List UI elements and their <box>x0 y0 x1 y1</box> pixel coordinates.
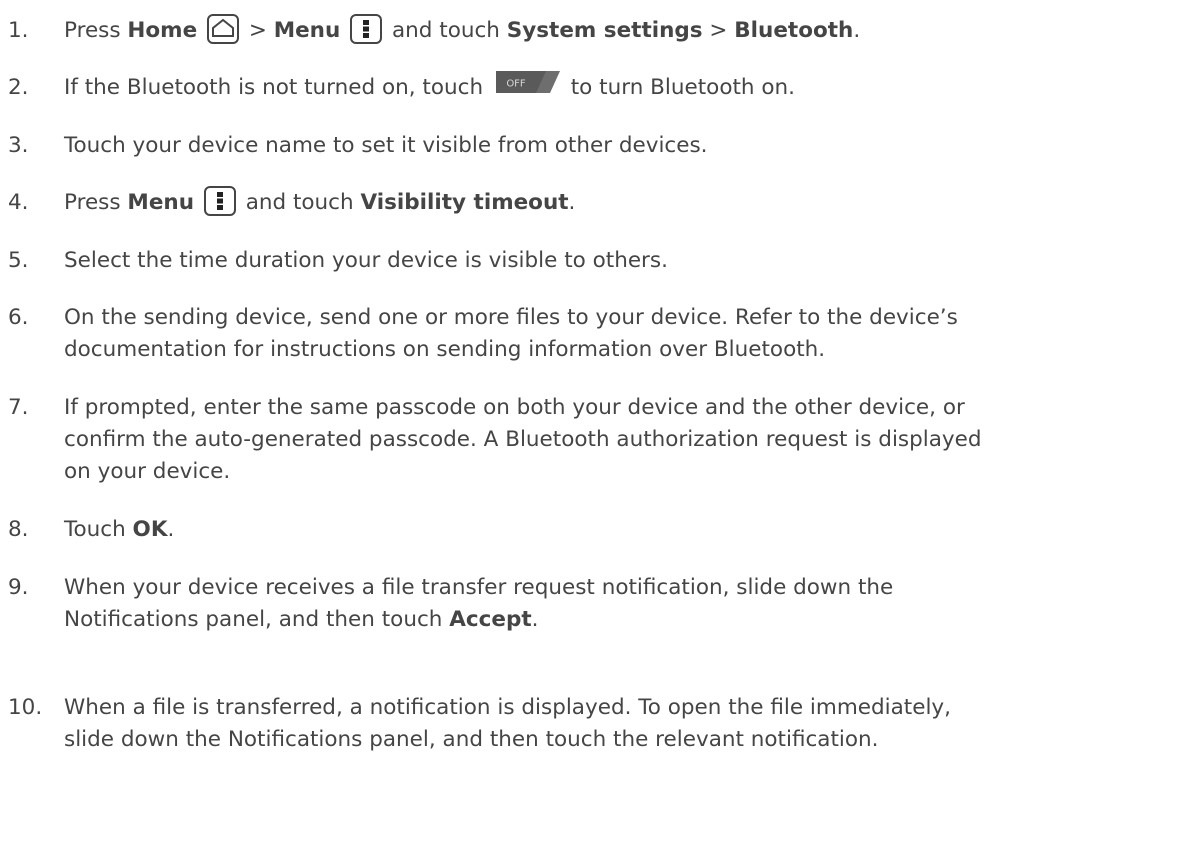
text-run: . <box>568 190 576 215</box>
step-line: Press Menu and touch Visibility timeout. <box>64 186 1192 219</box>
step-number: 9. <box>8 575 29 600</box>
step-text: When a file is transferred, a notificati… <box>64 692 1192 756</box>
text-run: If prompted, enter the same passcode on … <box>64 395 965 420</box>
text-run: and touch <box>385 18 507 43</box>
text-run: Touch your device name to set it visible… <box>64 133 708 158</box>
text-run: on your device. <box>64 459 231 484</box>
ui-term: System settings <box>506 18 703 43</box>
text-run: Press <box>64 190 128 215</box>
step-line: Touch your device name to set it visible… <box>64 130 1192 162</box>
step-text: When your device receives a file transfe… <box>64 572 1192 636</box>
step-number: 6. <box>8 305 29 330</box>
text-run: . <box>853 18 861 43</box>
step-line: When your device receives a file transfe… <box>64 572 1192 604</box>
step-number: 4. <box>8 190 29 215</box>
ui-term: OK <box>132 517 168 542</box>
step-number: 2. <box>8 75 29 100</box>
step-number: 10. <box>8 695 43 720</box>
step-text: Select the time duration your device is … <box>64 245 1192 277</box>
text-run: When a file is transferred, a notificati… <box>64 695 951 720</box>
step-line: documentation for instructions on sendin… <box>64 334 1192 366</box>
text-run: Touch <box>64 517 133 542</box>
step-text: If the Bluetooth is not turned on, touch… <box>64 70 1192 104</box>
step-text: Press Menu and touch Visibility timeout. <box>64 186 1192 219</box>
text-run: and touch <box>238 190 361 215</box>
step-line: Select the time duration your device is … <box>64 245 1192 277</box>
step-text: Press Home > Menu and touch System setti… <box>64 14 1192 47</box>
step-line: On the sending device, send one or more … <box>64 302 1192 334</box>
ui-term: Bluetooth <box>734 18 854 43</box>
step-text: If prompted, enter the same passcode on … <box>64 392 1192 488</box>
step-text: Touch your device name to set it visible… <box>64 130 1192 162</box>
text-run: confirm the auto-generated passcode. A B… <box>64 427 982 452</box>
text-run: slide down the Notifications panel, and … <box>64 727 879 752</box>
ui-term: Home <box>127 18 198 43</box>
ui-term: Menu <box>273 18 341 43</box>
ui-term: Menu <box>127 190 195 215</box>
step-line: on your device. <box>64 456 1192 488</box>
step-number: 1. <box>8 18 29 43</box>
text-run: . <box>531 607 539 632</box>
text-run: > <box>242 18 274 43</box>
step-number: 5. <box>8 248 29 273</box>
step-line: When a file is transferred, a notificati… <box>64 692 1192 724</box>
bluetooth-off-toggle-icon: OFF <box>495 70 560 103</box>
step-number: 7. <box>8 395 29 420</box>
text-run: to turn Bluetooth on. <box>563 75 795 100</box>
text-run: Notifications panel, and then touch <box>64 607 450 632</box>
step-text: Touch OK. <box>64 514 1192 546</box>
toggle-label: OFF <box>506 78 526 89</box>
text-run: When your device receives a file transfe… <box>64 575 894 600</box>
step-line: Touch OK. <box>64 514 1192 546</box>
step-line: Notifications panel, and then touch Acce… <box>64 604 1192 636</box>
ui-term: Accept <box>449 607 532 632</box>
text-run: If the Bluetooth is not turned on, touch <box>64 75 490 100</box>
text-run <box>194 190 201 215</box>
step-line: If prompted, enter the same passcode on … <box>64 392 1192 424</box>
step-number: 3. <box>8 133 29 158</box>
text-run <box>340 18 347 43</box>
text-run: On the sending device, send one or more … <box>64 305 958 330</box>
text-run <box>197 18 204 43</box>
text-run: Select the time duration your device is … <box>64 248 668 273</box>
step-line: If the Bluetooth is not turned on, touch… <box>64 70 1192 104</box>
text-run: . <box>167 517 175 542</box>
menu-icon <box>350 14 383 44</box>
step-line: slide down the Notifications panel, and … <box>64 724 1192 756</box>
text-run: documentation for instructions on sendin… <box>64 337 826 362</box>
home-icon <box>207 14 240 44</box>
text-run: > <box>702 18 735 43</box>
menu-icon <box>203 186 236 216</box>
step-line: confirm the auto-generated passcode. A B… <box>64 424 1192 456</box>
step-number: 8. <box>8 517 29 542</box>
step-text: On the sending device, send one or more … <box>64 302 1192 366</box>
ui-term: Visibility timeout <box>360 190 569 215</box>
step-line: Press Home > Menu and touch System setti… <box>64 14 1192 47</box>
instruction-list: 1. Press Home > Menu and touch System set… <box>0 0 1198 846</box>
text-run: Press <box>64 18 128 43</box>
